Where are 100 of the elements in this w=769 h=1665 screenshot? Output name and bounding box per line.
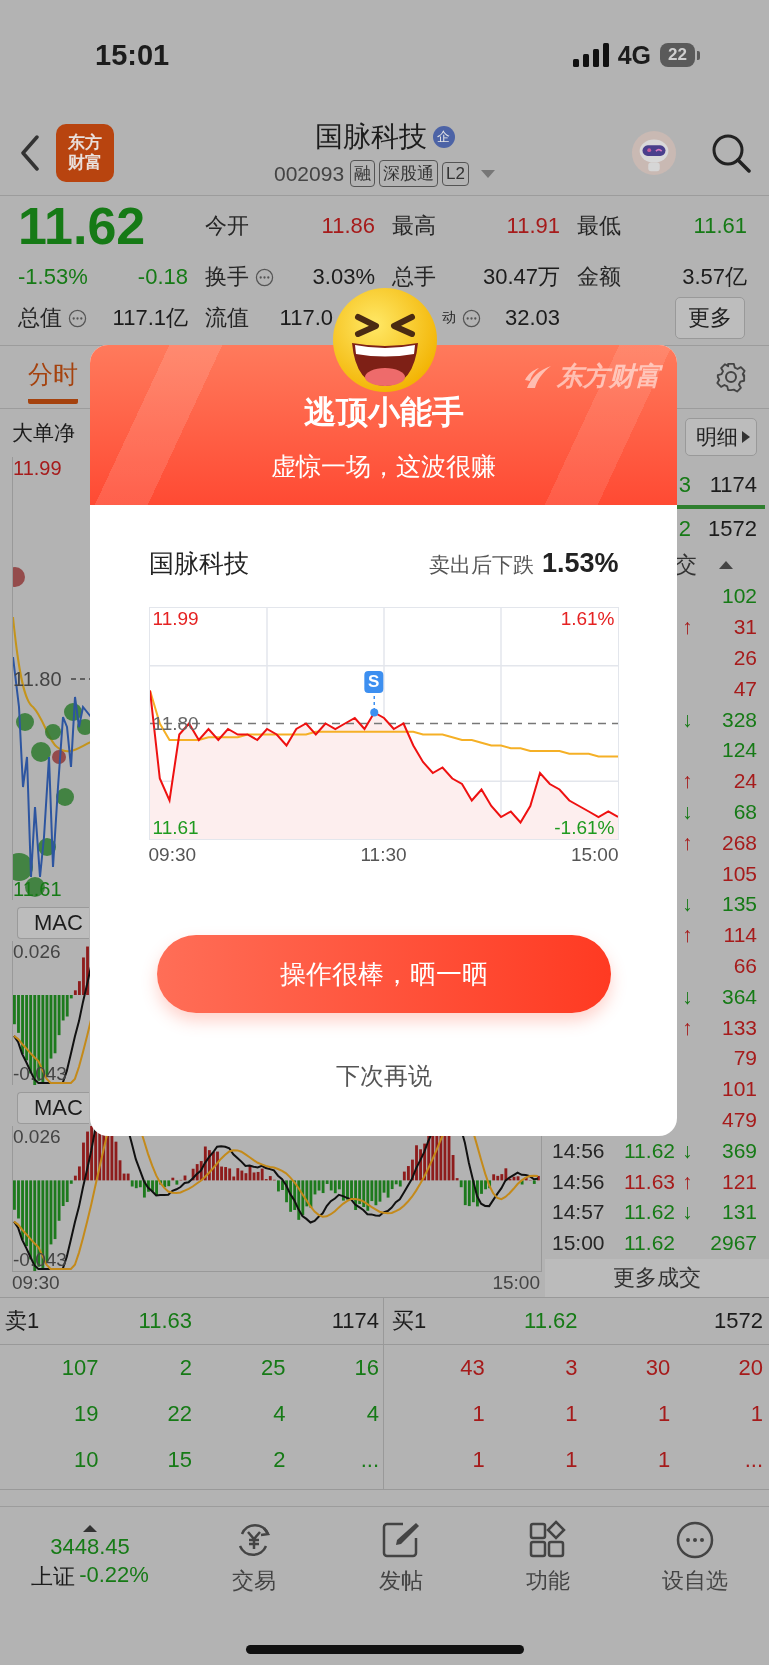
price-text: 3	[678, 472, 691, 498]
queue-amount: 1	[750, 1401, 763, 1427]
settings-icon[interactable]	[715, 361, 747, 393]
detail-button[interactable]: 明细	[685, 418, 757, 456]
column-header: 交	[675, 551, 697, 579]
queue-amount: 107	[61, 1355, 99, 1381]
time-label: 15:00	[492, 1272, 540, 1294]
stat-label: 流值	[205, 304, 249, 332]
stat-value: 11.86	[321, 213, 375, 239]
axis-label: -1.61%	[554, 817, 615, 839]
queue-amount: 22	[167, 1401, 192, 1427]
order-price: 11.62	[524, 1308, 578, 1334]
stat-label: 最低	[577, 212, 621, 240]
search-icon[interactable]	[711, 132, 751, 173]
trade-volume: 2967	[710, 1231, 757, 1256]
dialog-title: 逃顶小能手	[303, 393, 464, 431]
stock-tag: L2	[442, 161, 469, 186]
stat-label: 今开	[205, 212, 249, 240]
queue-amount: 1	[472, 1447, 485, 1473]
queue-amount: 16	[354, 1355, 379, 1381]
stock-name: 国脉科技	[148, 547, 249, 579]
queue-amount: 19	[74, 1401, 99, 1427]
ref-line	[70, 678, 91, 680]
trade-volume: 24	[733, 769, 757, 794]
stat-value: 117.1亿	[112, 304, 188, 332]
battery-level: 22	[660, 43, 695, 67]
stat-value: 11.91	[506, 213, 560, 239]
trend-arrow: ↓	[682, 984, 694, 1009]
share-button[interactable]: 操作很棒，晒一晒	[156, 935, 611, 1013]
axis-label: 11.99	[13, 457, 62, 479]
info-icon[interactable]	[68, 308, 87, 328]
trend-arrow: ↑	[682, 615, 694, 640]
time-label: 11:30	[360, 844, 407, 866]
tab[interactable]: 分时	[28, 350, 78, 404]
result-label: 卖出后下跌	[428, 551, 534, 578]
stock-tag: 融	[350, 160, 376, 187]
expand-caret-icon[interactable]	[83, 1524, 97, 1532]
trend-arrow: ↑	[682, 923, 694, 948]
last-price: 11.62	[18, 196, 146, 256]
stat-label: 金额	[577, 263, 621, 291]
order-price: 11.63	[138, 1308, 192, 1334]
index-change: -0.22%	[79, 1561, 149, 1589]
change-percent: -1.53%	[18, 264, 88, 290]
nav-item[interactable]: 功能	[474, 1519, 622, 1597]
stock-code: 002093	[274, 161, 345, 186]
stat-value: 32.03	[504, 305, 560, 331]
stat-label: 总手	[392, 263, 436, 291]
queue-amount: 20	[738, 1355, 763, 1381]
signal-icon	[572, 43, 609, 67]
trend-arrow: ↓	[682, 799, 694, 824]
queue-amount: 1	[658, 1401, 671, 1427]
queue-amount: 43	[460, 1355, 485, 1381]
more-button[interactable]: 更多	[675, 297, 745, 339]
trade-volume: 135	[721, 892, 757, 917]
nav-item[interactable]: 设自选	[621, 1519, 769, 1597]
trade-volume: 364	[721, 984, 757, 1009]
more-trades-button[interactable]: 更多成交	[545, 1258, 769, 1297]
info-icon[interactable]	[255, 267, 274, 287]
trend-arrow: ↑	[682, 769, 694, 794]
queue-amount: 3	[565, 1355, 578, 1381]
order-level-label: 买1	[392, 1307, 427, 1335]
chart-title: 大单净	[12, 420, 75, 446]
dialog-subtitle: 虚惊一场，这波很赚	[271, 451, 496, 482]
queue-amount: 4	[273, 1401, 286, 1427]
trend-arrow: ↑	[682, 1015, 694, 1040]
stat-value: 3.03%	[312, 264, 375, 290]
info-icon[interactable]	[462, 308, 481, 328]
volume-text: 1174	[709, 472, 757, 498]
axis-label: 0.026	[13, 1126, 61, 1148]
trend-arrow: ↓	[682, 1138, 694, 1163]
trade-volume: 114	[723, 923, 757, 948]
axis-label: 0.026	[13, 941, 61, 963]
dismiss-link[interactable]: 下次再说	[329, 1059, 438, 1093]
axis-label: 1.61%	[560, 608, 615, 630]
price-text: 2	[678, 516, 691, 542]
trade-time: 15:00	[552, 1231, 606, 1256]
back-icon[interactable]	[20, 134, 40, 171]
nav-item[interactable]: 发帖	[327, 1519, 475, 1597]
trade-volume: 121	[721, 1169, 757, 1194]
trade-volume: 479	[721, 1107, 757, 1132]
trade-volume: 328	[721, 707, 757, 732]
stat-value: 117.0	[279, 305, 334, 331]
nav-item[interactable]: 交易	[180, 1519, 328, 1597]
queue-amount: 1	[472, 1401, 485, 1427]
result-value: 1.53%	[541, 547, 619, 579]
sort-icon[interactable]	[719, 561, 733, 569]
queue-amount: 15	[167, 1447, 192, 1473]
trade-volume: 102	[721, 584, 757, 609]
indicator-selector[interactable]: MAC	[17, 1092, 89, 1124]
sell-marker: S	[364, 671, 384, 693]
trade-price: 11.62	[624, 1138, 676, 1163]
indicator-selector[interactable]: MAC	[17, 907, 89, 939]
trade-volume: 268	[721, 830, 757, 855]
robot-avatar-icon[interactable]	[631, 129, 677, 176]
queue-amount: 2	[273, 1447, 286, 1473]
trade-volume: 79	[733, 1046, 757, 1071]
trend-arrow: ↑	[682, 1169, 694, 1194]
app-logo[interactable]: 东方 财富	[56, 123, 114, 182]
axis-label: 11.61	[152, 817, 199, 839]
time-label: 09:30	[148, 844, 197, 866]
